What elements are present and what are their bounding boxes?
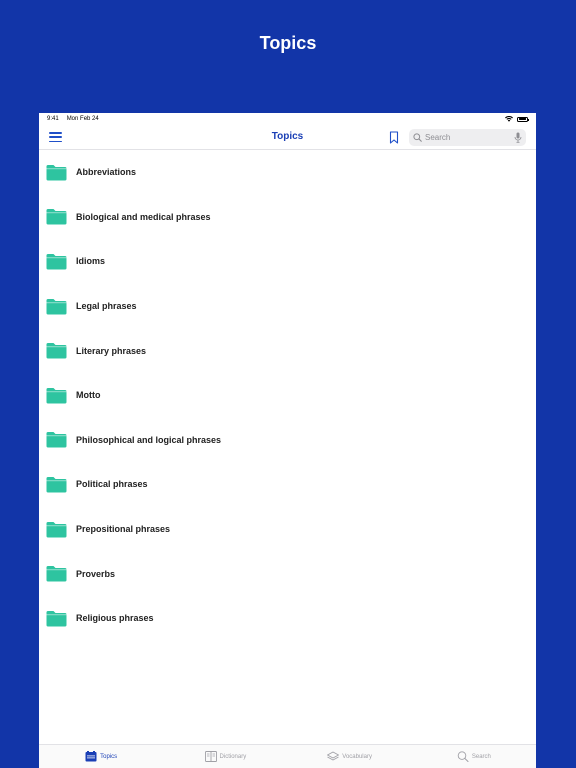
folder-icon xyxy=(46,298,67,315)
status-time: 9:41 xyxy=(47,116,59,122)
tab-search[interactable]: Search xyxy=(412,745,536,768)
topic-item-idioms[interactable]: Idioms xyxy=(39,239,536,284)
topic-item-legal[interactable]: Legal phrases xyxy=(39,284,536,329)
magnifier-icon xyxy=(413,133,422,142)
folder-icon xyxy=(46,387,67,404)
search-field[interactable] xyxy=(409,129,526,146)
topics-icon xyxy=(85,751,97,762)
app-window: 9:41 Mon Feb 24 Topics Search Abbreviati… xyxy=(39,113,536,768)
tab-bar: Topics Dictionary Vocabulary Search xyxy=(39,744,536,768)
folder-icon xyxy=(46,476,67,493)
topic-label: Prepositional phrases xyxy=(76,524,171,535)
folder-icon xyxy=(46,432,67,448)
folder-icon xyxy=(46,253,67,270)
folder-icon xyxy=(46,566,67,582)
topic-label: Religious phrases xyxy=(76,613,154,624)
promo-title: Topics xyxy=(259,33,317,53)
dictionary-icon xyxy=(204,751,217,762)
topic-item-motto[interactable]: Motto xyxy=(39,373,536,418)
bookmark-icon[interactable] xyxy=(389,131,399,144)
topic-item-literary[interactable]: Literary phrases xyxy=(39,328,536,373)
topic-label: Literary phrases xyxy=(76,345,147,356)
topic-item-philosophical-logical[interactable]: Philosophical and logical phrases xyxy=(39,418,536,463)
topic-list: Abbreviations Biological and medical phr… xyxy=(39,150,536,641)
navigation-bar: Topics xyxy=(39,125,536,150)
search-icon xyxy=(457,751,469,762)
topic-item-abbreviations[interactable]: Abbreviations xyxy=(39,150,536,195)
folder-icon xyxy=(46,521,67,538)
microphone-icon[interactable] xyxy=(514,132,522,143)
topic-item-biological-medical[interactable]: Biological and medical phrases xyxy=(39,195,536,240)
tab-label: Vocabulary xyxy=(342,753,372,760)
topic-item-proverbs[interactable]: Proverbs xyxy=(39,551,536,596)
tab-dictionary[interactable]: Dictionary xyxy=(163,745,287,768)
folder-icon xyxy=(46,343,67,359)
vocabulary-icon xyxy=(327,751,340,761)
topic-label: Biological and medical phrases xyxy=(76,211,211,222)
topic-label: Abbreviations xyxy=(76,167,137,178)
topic-label: Motto xyxy=(76,390,101,401)
topic-item-prepositional[interactable]: Prepositional phrases xyxy=(39,507,536,552)
topic-label: Political phrases xyxy=(76,479,148,490)
topic-item-political[interactable]: Political phrases xyxy=(39,462,536,507)
folder-icon xyxy=(46,209,67,225)
folder-icon xyxy=(46,610,67,627)
topic-label: Idioms xyxy=(76,256,106,267)
wifi-icon xyxy=(505,116,513,122)
tab-vocabulary[interactable]: Vocabulary xyxy=(288,745,412,768)
folder-icon xyxy=(46,164,67,181)
tab-label: Search xyxy=(471,753,491,760)
tab-topics[interactable]: Topics xyxy=(39,745,163,768)
status-bar: 9:41 Mon Feb 24 xyxy=(39,113,536,125)
tab-label: Topics xyxy=(100,753,118,760)
battery-icon xyxy=(517,116,529,122)
tab-label: Dictionary xyxy=(219,753,247,760)
status-date: Mon Feb 24 xyxy=(66,116,99,122)
topic-label: Proverbs xyxy=(76,568,116,579)
search-input[interactable] xyxy=(425,133,509,142)
topic-item-religious[interactable]: Religious phrases xyxy=(39,596,536,641)
topic-label: Philosophical and logical phrases xyxy=(76,434,222,445)
topic-label: Legal phrases xyxy=(76,301,137,312)
